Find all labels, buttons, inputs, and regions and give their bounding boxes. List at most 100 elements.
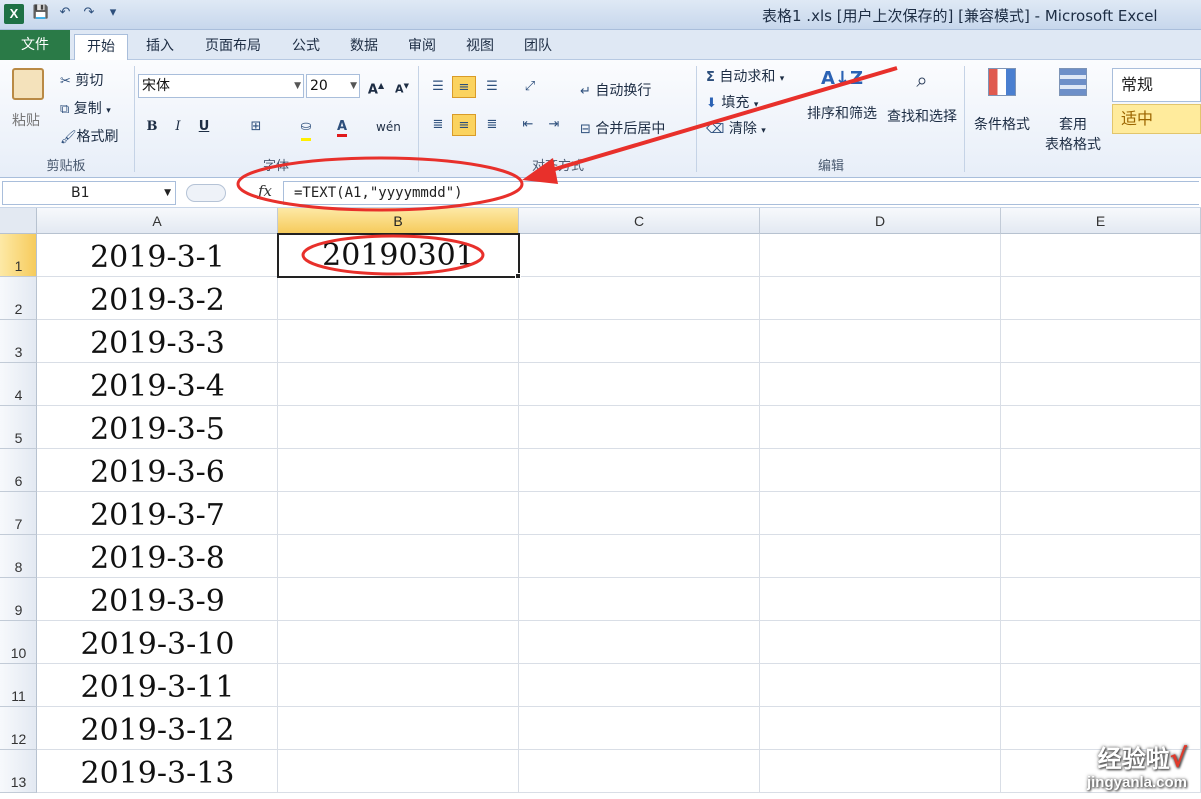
save-icon[interactable]: 💾 [32,5,50,20]
cell-b3[interactable] [278,320,519,363]
cell-b4[interactable] [278,363,519,406]
increase-indent-button[interactable]: ⇥ [542,114,566,136]
underline-button[interactable]: U [192,116,216,138]
cell-d11[interactable] [760,664,1001,707]
cell-d10[interactable] [760,621,1001,664]
merge-center-button[interactable]: ⊟ 合并后居中 [580,118,665,138]
cell-c9[interactable] [519,578,760,621]
align-middle-button[interactable]: ≡ [452,76,476,98]
tab-insert[interactable]: 插入 [134,34,186,60]
find-select-button[interactable]: ⌕ 查找和选择 [884,68,960,126]
cell-c11[interactable] [519,664,760,707]
font-name-select[interactable]: 宋体 ▼ [138,74,304,98]
column-header-a[interactable]: A [37,208,278,234]
cut-button[interactable]: ✂ 剪切 [60,70,103,90]
clear-button[interactable]: ⌫ 清除 ▾ [706,118,766,138]
font-color-button[interactable]: A [330,116,354,138]
formula-bar-resize-handle[interactable] [186,184,226,202]
cell-a12[interactable]: 2019-3-12 [37,707,278,750]
cell-a3[interactable]: 2019-3-3 [37,320,278,363]
cell-d5[interactable] [760,406,1001,449]
cell-e7[interactable] [1001,492,1201,535]
decrease-indent-button[interactable]: ⇤ [516,114,540,136]
tab-view[interactable]: 视图 [454,34,506,60]
cell-c13[interactable] [519,750,760,793]
cell-d9[interactable] [760,578,1001,621]
cell-d2[interactable] [760,277,1001,320]
column-header-d[interactable]: D [760,208,1001,234]
cell-a6[interactable]: 2019-3-6 [37,449,278,492]
row-header-2[interactable]: 2 [0,277,37,320]
align-center-button[interactable]: ≡ [452,114,476,136]
cell-a13[interactable]: 2019-3-13 [37,750,278,793]
column-header-b[interactable]: B [278,208,519,234]
row-header-7[interactable]: 7 [0,492,37,535]
cell-c12[interactable] [519,707,760,750]
cell-b7[interactable] [278,492,519,535]
name-box[interactable]: B1 ▼ [2,181,176,205]
cell-d7[interactable] [760,492,1001,535]
cell-a11[interactable]: 2019-3-11 [37,664,278,707]
cell-b2[interactable] [278,277,519,320]
cell-c5[interactable] [519,406,760,449]
redo-icon[interactable]: ↷ [80,5,98,20]
row-header-10[interactable]: 10 [0,621,37,664]
cell-a4[interactable]: 2019-3-4 [37,363,278,406]
tab-page-layout[interactable]: 页面布局 [196,34,270,60]
cell-a2[interactable]: 2019-3-2 [37,277,278,320]
cell-d8[interactable] [760,535,1001,578]
row-header-5[interactable]: 5 [0,406,37,449]
cell-e3[interactable] [1001,320,1201,363]
cell-e9[interactable] [1001,578,1201,621]
cell-b6[interactable] [278,449,519,492]
align-top-button[interactable]: ☰ [426,76,450,98]
cell-c10[interactable] [519,621,760,664]
cell-a1[interactable]: 2019-3-1 [37,234,278,277]
cell-c1[interactable] [519,234,760,277]
tab-formulas[interactable]: 公式 [280,34,332,60]
font-size-select[interactable]: 20 ▼ [306,74,360,98]
cell-b13[interactable] [278,750,519,793]
row-header-12[interactable]: 12 [0,707,37,750]
cell-e5[interactable] [1001,406,1201,449]
shrink-font-button[interactable]: A▼ [390,75,414,97]
cell-a5[interactable]: 2019-3-5 [37,406,278,449]
cell-b8[interactable] [278,535,519,578]
autosum-button[interactable]: Σ 自动求和 ▾ [706,66,784,86]
cell-a7[interactable]: 2019-3-7 [37,492,278,535]
tab-data[interactable]: 数据 [338,34,390,60]
paste-button[interactable]: 粘贴 [12,68,48,138]
format-as-table-button[interactable]: 套用 表格格式 [1040,68,1106,154]
customize-qat-icon[interactable]: ▾ [104,5,122,20]
row-header-3[interactable]: 3 [0,320,37,363]
style-normal[interactable]: 常规 [1112,68,1201,102]
cell-b5[interactable] [278,406,519,449]
cell-d6[interactable] [760,449,1001,492]
fill-button[interactable]: ⬇ 填充 ▾ [706,92,758,112]
grow-font-button[interactable]: A▲ [364,75,388,97]
border-button[interactable]: ⊞ [244,116,268,138]
conditional-format-button[interactable]: 条件格式 [970,68,1034,134]
cell-a10[interactable]: 2019-3-10 [37,621,278,664]
cell-e4[interactable] [1001,363,1201,406]
row-header-8[interactable]: 8 [0,535,37,578]
cell-e2[interactable] [1001,277,1201,320]
cell-b10[interactable] [278,621,519,664]
column-header-c[interactable]: C [519,208,760,234]
fill-color-button[interactable]: ⛀ [294,116,318,141]
cell-d3[interactable] [760,320,1001,363]
cell-c7[interactable] [519,492,760,535]
cell-e10[interactable] [1001,621,1201,664]
cell-a8[interactable]: 2019-3-8 [37,535,278,578]
sort-filter-button[interactable]: A↓Z 排序和筛选 [804,68,880,123]
cell-d4[interactable] [760,363,1001,406]
copy-button[interactable]: ⧉ 复制 ▾ [60,98,111,118]
orientation-button[interactable]: ⤢ [518,76,542,98]
phonetic-button[interactable]: wén [376,116,401,138]
formula-input[interactable]: =TEXT(A1,"yyyymmdd") [283,181,1199,205]
bold-button[interactable]: B [140,116,164,138]
wrap-text-button[interactable]: ↵ 自动换行 [580,80,651,100]
cell-c3[interactable] [519,320,760,363]
align-bottom-button[interactable]: ☰ [480,76,504,98]
style-neutral[interactable]: 适中 [1112,104,1201,134]
